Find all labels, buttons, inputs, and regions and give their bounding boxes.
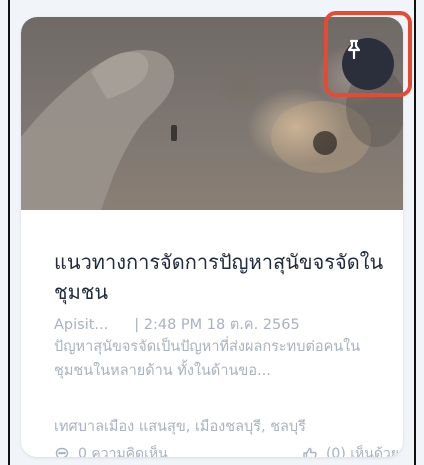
highlight-box	[324, 11, 412, 97]
thumbs-up-icon	[302, 446, 318, 457]
comments-label: 0 ความคิดเห็น	[78, 446, 168, 457]
likes-label: (0) เห็นด้วย	[325, 446, 399, 457]
issue-meta: Apisit... | 2:48 PM 18 ต.ค. 2565	[54, 313, 300, 336]
issue-title[interactable]: แนวทางการจัดการปัญหาสุนัขจรจัดในชุมชน	[54, 247, 399, 307]
agree-button[interactable]: (0) เห็นด้วย	[302, 443, 399, 457]
author-name: Apisit...	[54, 317, 109, 333]
chat-bubble-icon	[54, 446, 70, 457]
post-datetime: | 2:48 PM 18 ต.ค. 2565	[134, 317, 300, 333]
issue-description: ปัญหาสุนัขจรจัดเป็นปัญหาที่ส่งผลกระทบต่อ…	[54, 339, 361, 379]
issue-location: เทศบาลเมือง แสนสุข, เมืองชลบุรี, ชลบุรี	[54, 419, 306, 435]
comments-count[interactable]: 0 ความคิดเห็น	[54, 443, 168, 457]
